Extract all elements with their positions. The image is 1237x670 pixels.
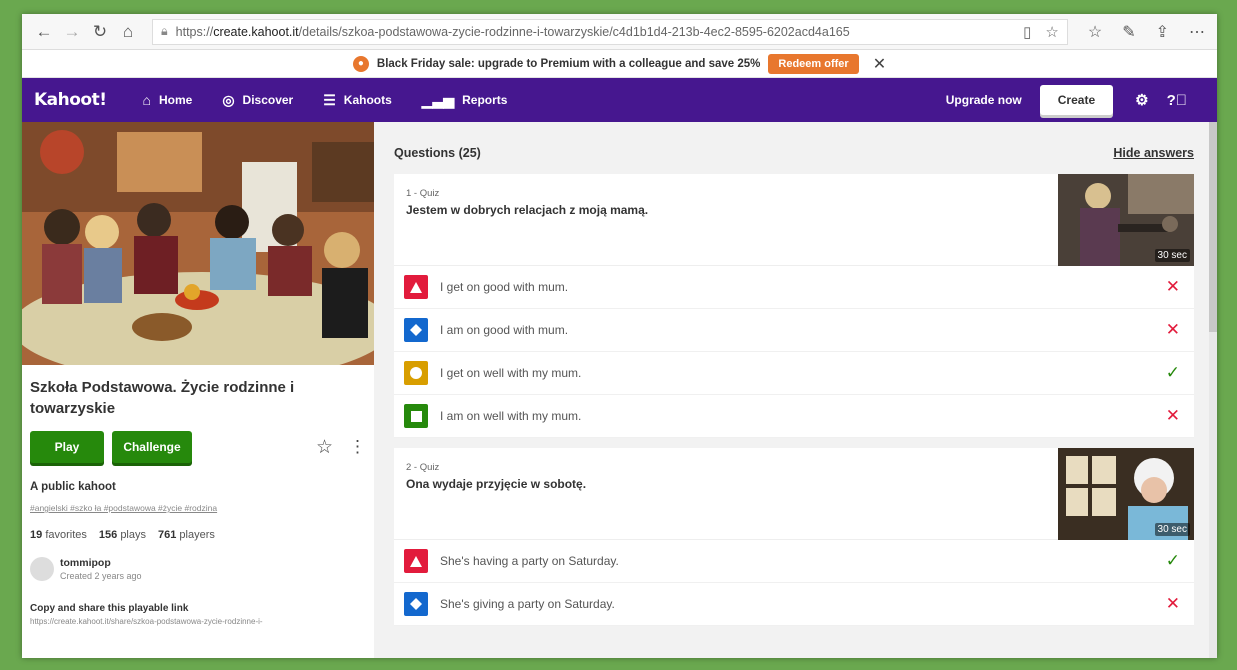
tag-list[interactable]: #angielski #szko ła #podstawowa #życie #… xyxy=(30,503,366,513)
promo-tag-icon: ● xyxy=(352,55,369,72)
kahoot-stats: 19 favorites 156 plays 761 players xyxy=(30,529,215,541)
home-icon: ⌂ xyxy=(142,92,151,108)
time-limit: 30 sec xyxy=(1154,523,1190,536)
favorites-count: 19 xyxy=(30,529,43,541)
help-icon[interactable]: ?⃝ xyxy=(1167,92,1187,109)
cover-image xyxy=(22,122,374,365)
more-options-icon[interactable]: ⋮ xyxy=(349,437,366,457)
answer-text: She's giving a party on Saturday. xyxy=(440,597,615,611)
questions-panel: Questions (25) Hide answers 1 - Quiz Jes… xyxy=(374,122,1217,658)
forward-icon[interactable]: → xyxy=(58,22,86,42)
nav-kahoots[interactable]: ☰ Kahoots xyxy=(323,92,392,109)
question-card[interactable]: 2 - Quiz Ona wydaje przyjęcie w sobotę. xyxy=(394,448,1194,626)
settings-gear-icon[interactable]: ⚙ xyxy=(1135,91,1148,109)
compass-icon: ◎ xyxy=(222,91,235,108)
cross-icon: ✕ xyxy=(1165,594,1180,613)
answer-text: I get on well with my mum. xyxy=(440,366,582,380)
time-limit: 30 sec xyxy=(1154,249,1190,262)
answer-option: I get on good with mum. ✕ xyxy=(394,266,1194,309)
share-label: Copy and share this playable link xyxy=(30,603,189,614)
pen-icon[interactable]: ✎ xyxy=(1122,22,1135,42)
refresh-icon[interactable]: ↻ xyxy=(86,22,114,42)
create-button[interactable]: Create xyxy=(1039,85,1114,115)
creator-info[interactable]: tommipop Created 2 years ago xyxy=(30,557,366,581)
answer-text: I get on good with mum. xyxy=(440,280,569,294)
nav-reports[interactable]: ▁▃▅ Reports xyxy=(422,92,508,109)
answer-option: I am on good with mum. ✕ xyxy=(394,309,1194,352)
answer-text: I am on good with mum. xyxy=(440,323,569,337)
players-count: 761 xyxy=(158,529,177,541)
created-time: Created 2 years ago xyxy=(60,571,142,581)
diamond-icon xyxy=(404,318,428,342)
plays-count: 156 xyxy=(98,529,118,541)
favorite-star-icon[interactable]: ☆ xyxy=(1045,23,1058,41)
question-type-label: 2 - Quiz xyxy=(406,462,440,473)
question-title: Jestem w dobrych relacjach z moją mamą. xyxy=(406,203,649,217)
answer-option: I get on well with my mum. ✓ xyxy=(394,352,1194,395)
list-icon: ☰ xyxy=(323,91,336,108)
more-icon[interactable]: ⋯ xyxy=(1189,22,1205,42)
cross-icon: ✕ xyxy=(1165,320,1180,339)
hide-answers-button[interactable]: Hide answers xyxy=(1113,146,1194,160)
scrollbar-thumb[interactable] xyxy=(1209,122,1217,332)
check-icon: ✓ xyxy=(1165,363,1180,382)
kahoot-logo[interactable]: Kahoot! xyxy=(34,90,107,110)
triangle-icon xyxy=(404,549,428,573)
redeem-offer-button[interactable]: Redeem offer xyxy=(768,53,859,74)
url-host: create.kahoot.it xyxy=(213,24,299,39)
promo-banner: ● Black Friday sale: upgrade to Premium … xyxy=(22,50,1217,78)
share-link[interactable]: https://create.kahoot.it/share/szkoa-pod… xyxy=(30,617,366,626)
question-image: 30 sec xyxy=(1058,448,1194,540)
cross-icon: ✕ xyxy=(1165,277,1180,296)
answer-text: I am on well with my mum. xyxy=(440,409,582,423)
diamond-icon xyxy=(404,592,428,616)
question-type-label: 1 - Quiz xyxy=(406,188,440,199)
home-icon[interactable]: ⌂ xyxy=(114,22,142,42)
url-path: /details/szkoa-podstawowa-zycie-rodzinne… xyxy=(298,24,850,39)
top-navigation: Kahoot! ⌂ Home ◎ Discover ☰ Kahoots ▁▃▅ Repo… xyxy=(22,78,1217,122)
question-title: Ona wydaje przyjęcie w sobotę. xyxy=(406,477,587,491)
nav-home[interactable]: ⌂ Home xyxy=(143,92,193,108)
square-icon xyxy=(404,404,428,428)
nav-discover[interactable]: ◎ Discover xyxy=(222,92,293,109)
answer-option: She's having a party on Saturday. ✓ xyxy=(394,540,1194,583)
check-icon: ✓ xyxy=(1165,551,1180,570)
close-icon[interactable]: ✕ xyxy=(873,54,886,74)
address-bar[interactable]: 🔒︎ https://create.kahoot.it/details/szko… xyxy=(152,18,1068,45)
question-image: 30 sec xyxy=(1058,174,1194,266)
creator-name: tommipop xyxy=(60,557,111,569)
main-content: Szkoła Podstawowa. Życie rodzinne i towa… xyxy=(22,122,1217,658)
reading-view-icon[interactable]: ▯ xyxy=(1023,23,1031,41)
back-icon[interactable]: ← xyxy=(30,22,58,42)
kahoot-details-panel: Szkoła Podstawowa. Życie rodzinne i towa… xyxy=(22,122,374,658)
url-prefix: https:// xyxy=(175,24,214,39)
circle-icon xyxy=(404,361,428,385)
answer-text: She's having a party on Saturday. xyxy=(440,554,619,568)
screenshot-frame: ← → ↻ ⌂ 🔒︎ https://create.kahoot.it/deta… xyxy=(22,14,1217,658)
upgrade-now-link[interactable]: Upgrade now xyxy=(946,93,1022,107)
bar-chart-icon: ▁▃▅ xyxy=(421,91,455,108)
promo-text: Black Friday sale: upgrade to Premium wi… xyxy=(376,57,761,70)
answer-option: I am on well with my mum. ✕ xyxy=(394,395,1194,438)
avatar xyxy=(30,557,54,581)
browser-toolbar: ← → ↻ ⌂ 🔒︎ https://create.kahoot.it/deta… xyxy=(22,14,1217,50)
triangle-icon xyxy=(404,275,428,299)
question-card[interactable]: 1 - Quiz Jestem w dobrych relacjach z mo… xyxy=(394,174,1194,438)
favorites-list-icon[interactable]: ☆ xyxy=(1088,22,1102,42)
lock-icon: 🔒︎ xyxy=(161,24,168,38)
scrollbar[interactable] xyxy=(1209,122,1217,658)
favorite-star-icon[interactable]: ☆ xyxy=(316,436,333,459)
play-button[interactable]: Play xyxy=(30,431,104,463)
visibility-label: A public kahoot xyxy=(30,481,116,493)
questions-count: Questions (25) xyxy=(394,146,481,160)
challenge-button[interactable]: Challenge xyxy=(112,431,192,463)
kahoot-title: Szkoła Podstawowa. Życie rodzinne i towa… xyxy=(30,379,295,417)
cover-picture xyxy=(22,122,374,365)
share-icon[interactable]: ⇪ xyxy=(1156,22,1169,42)
cross-icon: ✕ xyxy=(1165,406,1180,425)
answer-option: She's giving a party on Saturday. ✕ xyxy=(394,583,1194,626)
